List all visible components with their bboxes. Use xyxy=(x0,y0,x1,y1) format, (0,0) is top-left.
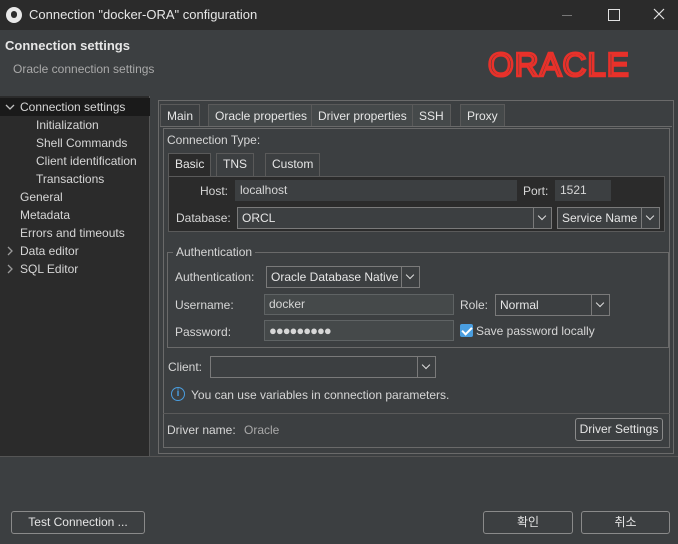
tree-item-label: Connection settings xyxy=(20,100,126,114)
chevron-down-icon[interactable] xyxy=(591,295,609,315)
save-password-checkbox[interactable] xyxy=(460,324,473,337)
chevron-down-icon[interactable] xyxy=(401,267,419,287)
info-icon: i xyxy=(171,387,185,401)
chevron-right-icon[interactable] xyxy=(5,260,15,278)
tab-basic[interactable]: Basic xyxy=(168,153,212,176)
authentication-select[interactable]: Oracle Database Native xyxy=(266,266,420,288)
maximize-button[interactable] xyxy=(590,0,636,30)
tree-item-connection-settings[interactable]: Connection settings xyxy=(0,98,150,116)
tab-main[interactable]: Main xyxy=(160,104,201,126)
tree-item-label: Data editor xyxy=(20,244,79,258)
chevron-down-icon xyxy=(5,104,15,110)
cancel-button[interactable]: 취소 xyxy=(581,511,670,534)
tree-item-errors-and-timeouts[interactable]: Errors and timeouts xyxy=(20,224,125,242)
role-value: Normal xyxy=(500,298,539,312)
database-value: ORCL xyxy=(242,211,276,225)
app-icon xyxy=(6,7,22,23)
tree-item-client-identification[interactable]: Client identification xyxy=(36,152,137,170)
tree-item-label: Errors and timeouts xyxy=(20,226,125,240)
tab-custom[interactable]: Custom xyxy=(265,153,321,176)
connection-type-label: Connection Type: xyxy=(167,133,261,147)
host-label: Host: xyxy=(200,184,229,198)
tree-item-label: General xyxy=(20,190,63,204)
tree-item-data-editor[interactable]: Data editor xyxy=(0,242,140,260)
tree-item-label: Transactions xyxy=(36,172,105,186)
settings-tree: Connection settings Initialization Shell… xyxy=(0,96,150,456)
test-connection-button[interactable]: Test Connection ... xyxy=(11,511,145,534)
tree-item-general[interactable]: General xyxy=(20,188,63,206)
tree-item-label: SQL Editor xyxy=(20,262,79,276)
save-password-label: Save password locally xyxy=(476,324,595,338)
driver-name-value: Oracle xyxy=(244,423,280,437)
port-input[interactable]: 1521 xyxy=(555,180,611,201)
tab-divider xyxy=(160,126,672,127)
tree-item-shell-commands[interactable]: Shell Commands xyxy=(36,134,127,152)
tree-item-label: Shell Commands xyxy=(36,136,128,150)
chevron-down-icon[interactable] xyxy=(641,208,659,228)
tab-ssh[interactable]: SSH xyxy=(412,104,451,126)
tree-item-transactions[interactable]: Transactions xyxy=(36,170,104,188)
chevron-down-icon[interactable] xyxy=(533,208,551,228)
tab-driver-properties[interactable]: Driver properties xyxy=(311,104,414,126)
password-input[interactable]: ●●●●●●●●● xyxy=(264,320,454,341)
tree-item-label: Metadata xyxy=(20,208,71,222)
username-label: Username: xyxy=(175,298,234,312)
window-title: Connection "docker-ORA" configuration xyxy=(29,7,258,22)
service-type-select[interactable]: Service Name xyxy=(557,207,660,229)
service-type-value: Service Name xyxy=(562,211,638,225)
tree-item-metadata[interactable]: Metadata xyxy=(20,206,70,224)
client-label: Client: xyxy=(168,360,203,374)
driver-name-label: Driver name: xyxy=(167,423,236,437)
oracle-logo-text: ORACLE xyxy=(488,50,630,80)
chevron-down-icon[interactable] xyxy=(417,357,435,377)
chevron-right-icon[interactable] xyxy=(5,242,15,260)
role-label: Role: xyxy=(460,298,489,312)
tab-tns[interactable]: TNS xyxy=(216,153,254,176)
role-select[interactable]: Normal xyxy=(495,294,610,316)
username-input[interactable]: docker xyxy=(264,294,454,315)
ok-button[interactable]: 확인 xyxy=(483,511,573,534)
info-text: You can use variables in connection para… xyxy=(191,388,450,402)
authentication-value: Oracle Database Native xyxy=(271,270,399,284)
authentication-label: Authentication: xyxy=(175,270,255,284)
client-select[interactable] xyxy=(210,356,436,378)
page-title: Connection settings xyxy=(5,38,130,53)
database-combo[interactable]: ORCL xyxy=(237,207,552,229)
minimize-button[interactable] xyxy=(544,0,590,30)
tree-item-initialization[interactable]: Initialization xyxy=(36,116,99,134)
port-label: Port: xyxy=(523,184,549,198)
driver-settings-button[interactable]: Driver Settings xyxy=(575,418,663,441)
password-label: Password: xyxy=(175,325,232,339)
oracle-logo: ORACLE xyxy=(487,45,676,85)
page-subtitle: Oracle connection settings xyxy=(13,62,155,76)
footer-divider xyxy=(0,456,678,457)
close-icon xyxy=(653,8,665,20)
authentication-group-label: Authentication xyxy=(173,245,256,259)
tab-proxy[interactable]: Proxy xyxy=(460,104,505,126)
database-label: Database: xyxy=(176,211,231,225)
tab-oracle-properties[interactable]: Oracle properties xyxy=(208,104,315,126)
tree-item-label: Initialization xyxy=(36,118,99,132)
tree-item-label: Client identification xyxy=(36,154,137,168)
divider xyxy=(163,413,670,414)
host-input[interactable]: localhost xyxy=(235,180,517,201)
tree-item-sql-editor[interactable]: SQL Editor xyxy=(0,260,140,278)
close-button[interactable] xyxy=(636,0,678,30)
